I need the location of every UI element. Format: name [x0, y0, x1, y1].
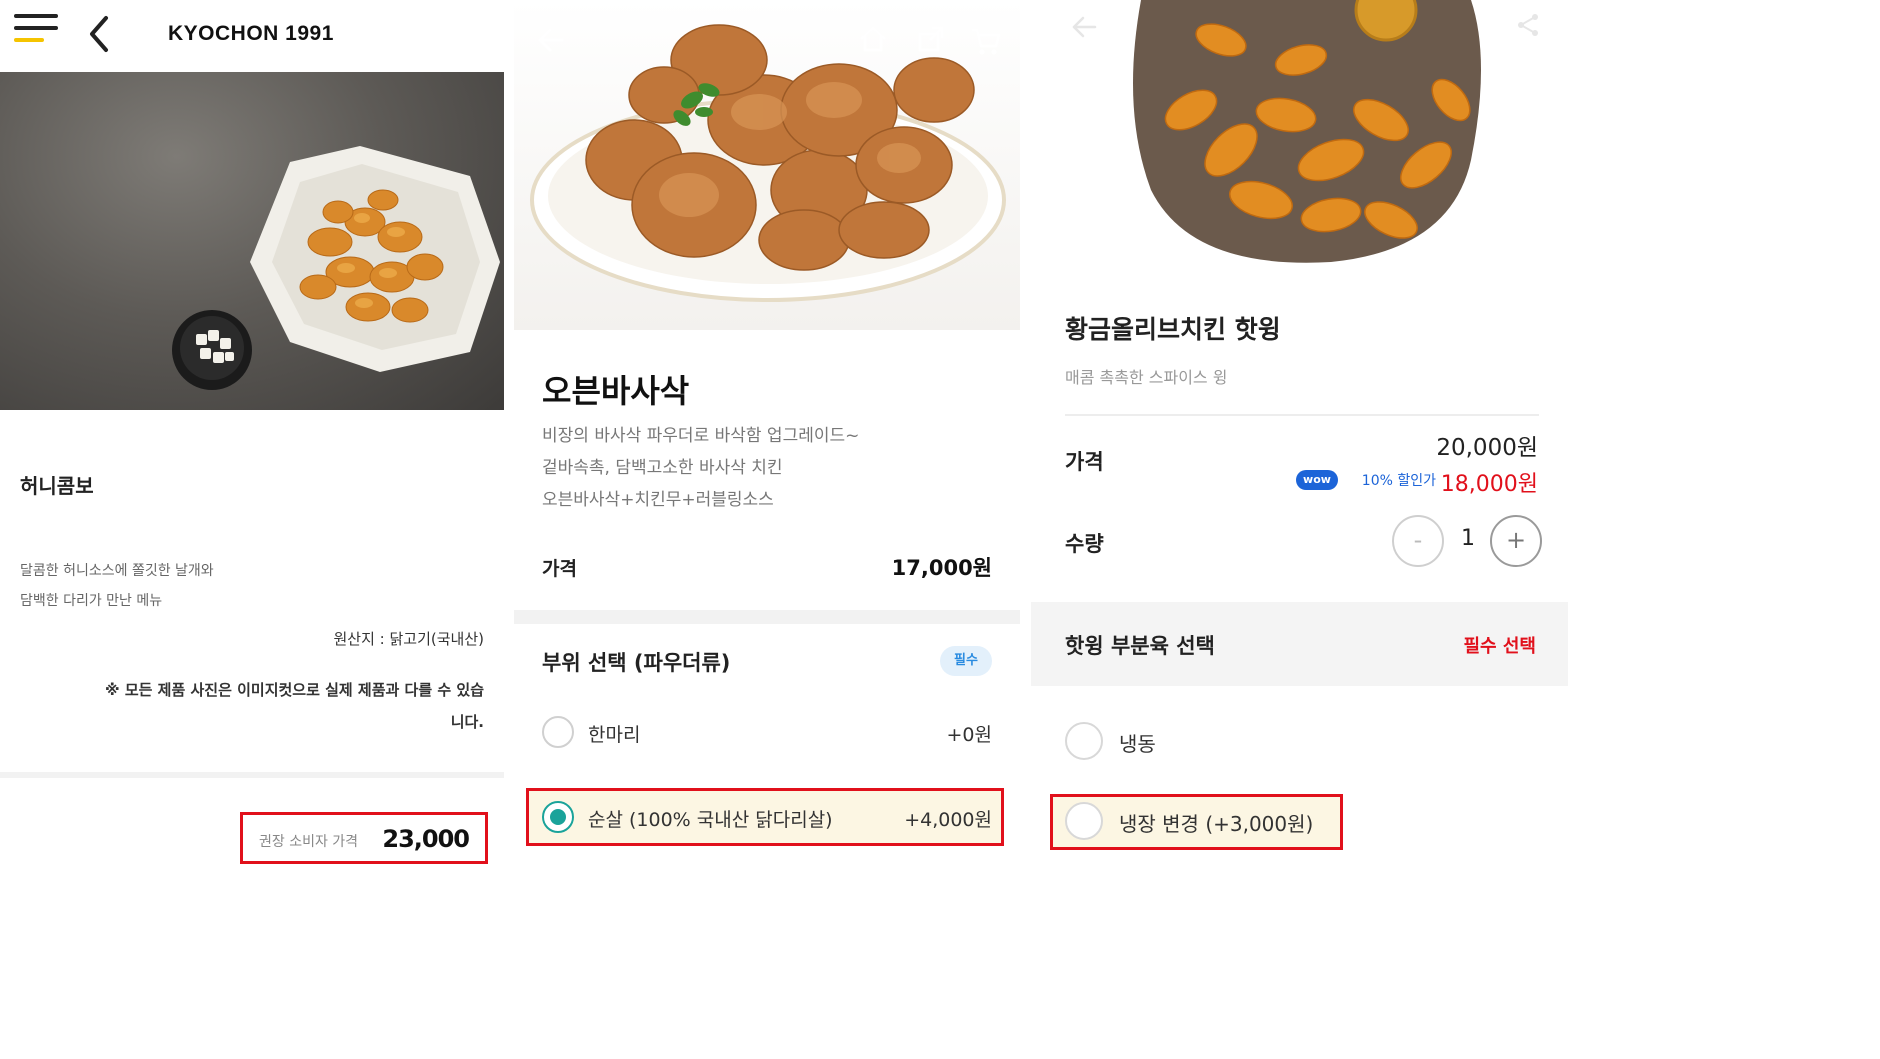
- discount-label: 10% 할인가: [1361, 473, 1436, 489]
- product-description: 비장의 바사삭 파우더로 바삭함 업그레이드~ 겉바속촉, 담백고소한 바사삭 …: [542, 420, 859, 516]
- required-selection-label: 필수 선택: [1463, 636, 1536, 657]
- option-boneless[interactable]: 순살 (100% 국내산 닭다리살) +4,000원: [542, 801, 992, 841]
- panel-kyochon-product: KYOCHON 1991 허니콤보 달콤한 허니소스에 쫄깃한 날개와 담백한 …: [0, 0, 504, 880]
- product-title: 황금올리브치킨 핫윙: [1065, 315, 1281, 344]
- brand-logo: KYOCHON 1991: [168, 22, 334, 45]
- cart-icon[interactable]: [970, 26, 1002, 60]
- quantity-decrease-button[interactable]: -: [1392, 515, 1444, 567]
- wow-badge: wow: [1296, 470, 1338, 490]
- quantity-label: 수량: [1065, 532, 1104, 556]
- option-price: +0원: [946, 724, 993, 746]
- menu-icon[interactable]: [14, 14, 58, 46]
- radio-button[interactable]: [1065, 802, 1103, 840]
- option-section-title: 핫윙 부분육 선택: [1065, 634, 1215, 658]
- original-price: 20,000원: [1436, 435, 1538, 461]
- option-section-title: 부위 선택 (파우더류): [542, 651, 731, 675]
- quantity-increase-button[interactable]: +: [1490, 515, 1542, 567]
- image-notice: ※ 모든 제품 사진은 이미지컷으로 실제 제품과 다를 수 있습 니다.: [14, 674, 484, 738]
- divider: [0, 772, 504, 778]
- home-icon[interactable]: [858, 24, 888, 58]
- section-separator: [514, 610, 1020, 624]
- description-line: 달콤한 허니소스에 쫄깃한 날개와: [20, 563, 214, 579]
- option-price: +4,000원: [904, 809, 992, 831]
- notice-line: 니다.: [450, 713, 484, 731]
- description-line: 비장의 바사삭 파우더로 바삭함 업그레이드~: [542, 426, 860, 446]
- share-icon[interactable]: [916, 24, 946, 58]
- option-frozen[interactable]: 냉동: [1065, 722, 1365, 762]
- notice-line: ※ 모든 제품 사진은 이미지컷으로 실제 제품과 다를 수 있습: [105, 681, 484, 699]
- recommended-price-box: 권장 소비자 가격 23,000: [240, 812, 488, 864]
- back-icon[interactable]: [536, 26, 564, 58]
- back-icon[interactable]: [1071, 14, 1097, 44]
- option-label: 냉장 변경 (+3,000원): [1119, 812, 1314, 836]
- sale-price: 18,000원: [1440, 472, 1538, 497]
- price-label: 가격: [1065, 450, 1104, 474]
- description-line: 겉바속촉, 담백고소한 바사삭 치킨: [542, 458, 783, 478]
- description-line: 담백한 다리가 만난 메뉴: [20, 593, 163, 609]
- product-subtitle: 매콤 촉촉한 스파이스 윙: [1065, 368, 1228, 387]
- radio-button[interactable]: [542, 716, 574, 748]
- panel-oven-basasak-product: 오븐바사삭 비장의 바사삭 파우더로 바삭함 업그레이드~ 겉바속촉, 담백고소…: [514, 0, 1020, 880]
- option-whole[interactable]: 한마리 +0원: [542, 716, 992, 756]
- panel-hot-wing-product: 황금올리브치킨 핫윙 매콤 촉촉한 스파이스 윙 가격 20,000원 wow …: [1031, 0, 1568, 880]
- back-icon[interactable]: [86, 14, 112, 54]
- share-icon[interactable]: [1515, 12, 1541, 42]
- origin-info: 원산지 : 닭고기(국내산): [333, 630, 485, 648]
- radio-button-selected[interactable]: [542, 801, 574, 833]
- product-title: 오븐바사삭: [542, 372, 690, 410]
- radio-button[interactable]: [1065, 722, 1103, 760]
- product-title: 허니콤보: [20, 474, 94, 498]
- price-value: 17,000원: [891, 556, 992, 580]
- description-line: 오븐바사삭+치킨무+러블링소스: [542, 490, 774, 510]
- product-image: [0, 72, 504, 410]
- product-description: 달콤한 허니소스에 쫄깃한 날개와 담백한 다리가 만난 메뉴: [20, 556, 214, 616]
- price-label: 가격: [542, 558, 577, 580]
- required-badge: 필수: [940, 646, 992, 676]
- price-value: 23,000: [382, 825, 470, 853]
- app-header: KYOCHON 1991: [0, 0, 504, 72]
- option-label: 냉동: [1119, 732, 1156, 756]
- option-chilled[interactable]: 냉장 변경 (+3,000원): [1065, 802, 1365, 842]
- option-label: 한마리: [588, 724, 641, 746]
- price-label: 권장 소비자 가격: [259, 834, 359, 850]
- option-label: 순살 (100% 국내산 닭다리살): [588, 809, 833, 831]
- product-image: [1031, 0, 1568, 290]
- divider: [1065, 414, 1539, 416]
- quantity-value: 1: [1461, 526, 1475, 551]
